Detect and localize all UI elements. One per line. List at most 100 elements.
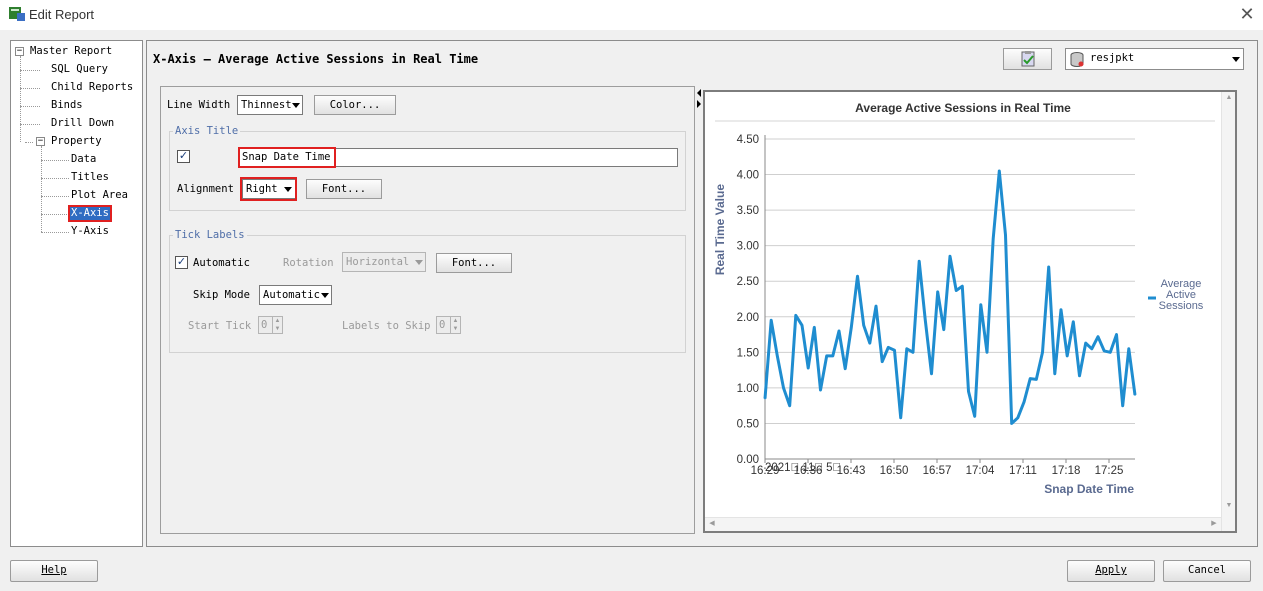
x-axis-title: Snap Date Time xyxy=(1044,482,1134,496)
chevron-down-icon xyxy=(321,293,329,298)
tree-item-y-axis[interactable]: Y-Axis xyxy=(71,225,109,238)
x-tick-label: 17:11 xyxy=(1009,465,1037,477)
cancel-button[interactable]: Cancel xyxy=(1163,560,1251,582)
data-point xyxy=(1010,422,1013,425)
labels-to-skip-value: 0 xyxy=(439,319,446,331)
data-point xyxy=(1066,355,1068,357)
data-point xyxy=(936,291,939,293)
skip-mode-select[interactable]: Automatic xyxy=(259,285,332,305)
panel-title: X-Axis — Average Active Sessions in Real… xyxy=(153,52,479,66)
data-point xyxy=(1017,417,1019,419)
tree-item-drill-down[interactable]: Drill Down xyxy=(51,117,114,130)
tick-font-button[interactable]: Font... xyxy=(436,253,512,273)
tree-collapse-icon[interactable]: − xyxy=(15,47,24,56)
help-button[interactable]: Help xyxy=(10,560,98,582)
edit-connection-button[interactable] xyxy=(1003,48,1052,70)
x-tick-label: 17:04 xyxy=(966,465,995,477)
data-point xyxy=(1023,401,1025,403)
labels-to-skip-spinner[interactable]: 0 ▲ ▼ xyxy=(436,316,461,334)
window-title: Edit Report xyxy=(29,7,95,22)
axis-title-checkbox[interactable]: ✓ xyxy=(177,150,190,163)
data-point xyxy=(881,360,883,363)
line-width-select[interactable]: Thinnest xyxy=(237,95,303,115)
line-width-label: Line Width xyxy=(167,99,231,111)
data-point xyxy=(782,387,785,389)
tree-item-data[interactable]: Data xyxy=(71,153,96,166)
horizontal-scrollbar[interactable]: ◀ ▶ xyxy=(705,517,1221,531)
tree-item-property[interactable]: Property xyxy=(51,135,102,148)
split-divider[interactable] xyxy=(696,87,702,533)
data-point xyxy=(1128,348,1130,350)
data-point xyxy=(924,319,927,322)
connection-select[interactable]: resjpkt xyxy=(1065,48,1244,70)
chevron-down-icon xyxy=(415,260,423,265)
data-point xyxy=(1078,375,1081,377)
y-tick-label: 0.50 xyxy=(737,418,759,430)
data-point xyxy=(998,170,1001,172)
title-bar: Edit Report ✕ xyxy=(0,0,1263,30)
start-tick-spinner[interactable]: 0 ▲ ▼ xyxy=(258,316,283,334)
data-point xyxy=(1072,321,1075,323)
y-axis-title: Real Time Value xyxy=(713,184,727,275)
tree-item-binds[interactable]: Binds xyxy=(51,99,83,112)
tree-item-titles[interactable]: Titles xyxy=(71,171,109,184)
x-tick-label: 16:50 xyxy=(880,465,909,477)
data-point xyxy=(955,289,957,292)
data-point xyxy=(980,303,982,306)
series-line-average-active-sessions xyxy=(763,169,1137,425)
y-tick-label: 2.50 xyxy=(737,276,759,288)
alignment-select[interactable]: Right xyxy=(242,179,296,199)
data-point xyxy=(943,328,945,331)
chart-preview: Average Active Sessions in Real Time 0.0… xyxy=(703,90,1237,533)
database-icon xyxy=(1070,52,1084,67)
connection-value: resjpkt xyxy=(1090,52,1135,64)
y-tick-label: 1.50 xyxy=(737,347,759,359)
close-icon[interactable]: ✕ xyxy=(1236,3,1258,25)
data-point xyxy=(1004,234,1007,236)
scroll-left-icon[interactable]: ◀ xyxy=(705,519,719,527)
tree-item-sql-query[interactable]: SQL Query xyxy=(51,63,108,76)
vertical-scrollbar[interactable]: ▲ ▼ xyxy=(1221,92,1235,531)
rotation-select[interactable]: Horizontal xyxy=(342,252,426,272)
data-point xyxy=(1109,351,1112,354)
scroll-right-icon[interactable]: ▶ xyxy=(1207,519,1221,527)
tree-item-x-axis[interactable]: X-Axis xyxy=(68,205,112,222)
scroll-up-icon[interactable]: ▲ xyxy=(1222,94,1236,101)
data-point xyxy=(850,326,853,329)
report-tree: − Master Report SQL Query Child Reports … xyxy=(10,40,143,547)
tree-collapse-icon[interactable]: − xyxy=(36,137,45,146)
tree-item-plot-area[interactable]: Plot Area xyxy=(71,189,128,202)
y-tick-label: 4.50 xyxy=(737,134,759,146)
data-point xyxy=(1103,350,1105,352)
data-point xyxy=(832,355,834,357)
x-tick-label: 17:18 xyxy=(1052,465,1081,477)
data-point xyxy=(918,260,920,263)
data-point xyxy=(770,319,772,322)
data-point xyxy=(912,351,914,354)
axis-title-input[interactable]: Snap Date Time xyxy=(238,148,678,167)
tree-item-child-reports[interactable]: Child Reports xyxy=(51,81,133,94)
data-point xyxy=(869,342,871,344)
automatic-checkbox[interactable]: ✓ xyxy=(175,256,188,269)
data-point xyxy=(992,237,994,240)
data-point xyxy=(838,330,840,332)
axis-title-font-button[interactable]: Font... xyxy=(306,179,382,199)
line-width-value: Thinnest xyxy=(241,99,292,111)
skip-mode-label: Skip Mode xyxy=(193,289,250,301)
data-point xyxy=(887,346,890,349)
y-tick-label: 2.00 xyxy=(737,312,759,324)
data-point xyxy=(844,367,846,370)
legend-label-line: Sessions xyxy=(1159,300,1204,312)
x-sublabel: 2021  11  5  xyxy=(765,462,841,474)
data-point xyxy=(1041,351,1044,354)
rotation-label: Rotation xyxy=(283,257,334,269)
color-button[interactable]: Color... xyxy=(314,95,396,115)
spinner-arrows-icon: ▲ ▼ xyxy=(272,317,282,333)
scroll-down-icon[interactable]: ▼ xyxy=(1222,502,1236,509)
collapse-arrows-icon xyxy=(697,89,701,108)
axis-title-value: Snap Date Time xyxy=(242,151,331,163)
start-tick-value: 0 xyxy=(261,319,268,331)
labels-to-skip-label: Labels to Skip xyxy=(342,320,431,332)
apply-button[interactable]: Apply xyxy=(1067,560,1155,582)
tree-item-master-report[interactable]: Master Report xyxy=(30,45,112,58)
